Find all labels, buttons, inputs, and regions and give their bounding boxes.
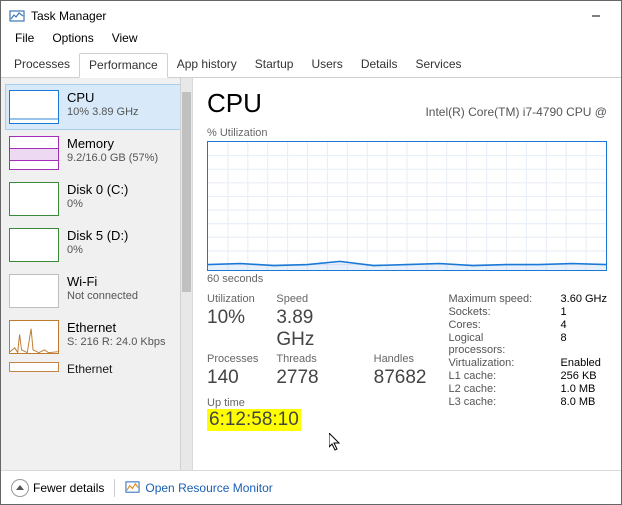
sockets-label: Sockets:: [448, 306, 542, 318]
sidebar-scrollbar[interactable]: [180, 78, 192, 470]
sidebar-wifi-sub: Not connected: [67, 290, 138, 302]
l1-value: 256 KB: [561, 370, 607, 382]
disk0-thumb-icon: [9, 182, 59, 216]
sidebar-item-cpu[interactable]: CPU 10% 3.89 GHz: [5, 84, 188, 130]
threads-value: 2778: [276, 367, 355, 389]
tab-performance[interactable]: Performance: [79, 53, 168, 78]
virt-label: Virtualization:: [448, 357, 542, 369]
sidebar-item-memory[interactable]: Memory 9.2/16.0 GB (57%): [5, 130, 188, 176]
cores-label: Cores:: [448, 319, 542, 331]
max-speed-value: 3.60 GHz: [561, 293, 607, 305]
utilization-value: 10%: [207, 307, 258, 351]
footer: Fewer details Open Resource Monitor: [1, 470, 621, 504]
sidebar-item-ethernet[interactable]: Ethernet S: 216 R: 24.0 Kbps: [5, 314, 188, 360]
memory-thumb-icon: [9, 136, 59, 170]
cores-value: 4: [561, 319, 607, 331]
virt-value: Enabled: [561, 357, 607, 369]
uptime-label: Up time: [207, 397, 426, 409]
processes-value: 140: [207, 367, 258, 389]
threads-label: Threads: [276, 353, 355, 365]
l2-value: 1.0 MB: [561, 383, 607, 395]
page-title: CPU: [207, 88, 262, 119]
lprocs-value: 8: [561, 332, 607, 356]
ethernet-thumb-icon: [9, 320, 59, 354]
tab-processes[interactable]: Processes: [5, 53, 79, 77]
handles-label: Handles: [374, 353, 427, 365]
sidebar-disk5-sub: 0%: [67, 244, 128, 256]
wifi-thumb-icon: [9, 274, 59, 308]
fewer-details-button[interactable]: Fewer details: [11, 479, 104, 497]
l3-label: L3 cache:: [448, 396, 542, 408]
tab-details[interactable]: Details: [352, 53, 407, 77]
open-resource-monitor-link[interactable]: Open Resource Monitor: [125, 480, 272, 495]
tab-services[interactable]: Services: [407, 53, 471, 77]
speed-value: 3.89 GHz: [276, 307, 355, 351]
sockets-value: 1: [561, 306, 607, 318]
tab-app-history[interactable]: App history: [168, 53, 246, 77]
fewer-details-label: Fewer details: [33, 481, 104, 495]
chart-y-label: % Utilization: [207, 127, 607, 139]
menu-options[interactable]: Options: [44, 29, 101, 47]
sidebar-item-ethernet-2[interactable]: Ethernet: [5, 360, 188, 374]
speed-label: Speed: [276, 293, 355, 305]
main-panel: CPU Intel(R) Core(TM) i7-4790 CPU @ % Ut…: [193, 78, 621, 470]
l3-value: 8.0 MB: [561, 396, 607, 408]
sidebar-disk0-title: Disk 0 (C:): [67, 182, 128, 197]
performance-sidebar: CPU 10% 3.89 GHz Memory 9.2/16.0 GB (57%…: [1, 78, 193, 470]
sidebar-wifi-title: Wi-Fi: [67, 274, 138, 289]
resource-monitor-icon: [125, 480, 140, 495]
sidebar-cpu-title: CPU: [67, 90, 139, 105]
sidebar-eth-title: Ethernet: [67, 320, 165, 335]
sidebar-item-disk5[interactable]: Disk 5 (D:) 0%: [5, 222, 188, 268]
menu-view[interactable]: View: [104, 29, 146, 47]
disk5-thumb-icon: [9, 228, 59, 262]
l2-label: L2 cache:: [448, 383, 542, 395]
uptime-value: 6:12:58:10: [207, 409, 301, 431]
l1-label: L1 cache:: [448, 370, 542, 382]
max-speed-label: Maximum speed:: [448, 293, 542, 305]
window-title: Task Manager: [31, 9, 106, 23]
sidebar-eth-sub: S: 216 R: 24.0 Kbps: [67, 336, 165, 348]
handles-value: 87682: [374, 367, 427, 389]
minimize-button[interactable]: [579, 5, 613, 27]
sidebar-item-disk0[interactable]: Disk 0 (C:) 0%: [5, 176, 188, 222]
ethernet2-thumb-icon: [9, 362, 59, 372]
sidebar-cpu-sub: 10% 3.89 GHz: [67, 106, 139, 118]
sidebar-disk0-sub: 0%: [67, 198, 128, 210]
processes-label: Processes: [207, 353, 258, 365]
sidebar-item-wifi[interactable]: Wi-Fi Not connected: [5, 268, 188, 314]
chevron-up-icon: [11, 479, 29, 497]
tab-bar: Processes Performance App history Startu…: [1, 51, 621, 78]
cpu-utilization-chart: [207, 141, 607, 271]
sidebar-eth2-title: Ethernet: [67, 362, 112, 374]
sidebar-memory-sub: 9.2/16.0 GB (57%): [67, 152, 158, 164]
cpu-thumb-icon: [9, 90, 59, 124]
sidebar-memory-title: Memory: [67, 136, 158, 151]
utilization-label: Utilization: [207, 293, 258, 305]
sidebar-disk5-title: Disk 5 (D:): [67, 228, 128, 243]
menu-file[interactable]: File: [7, 29, 42, 47]
task-manager-icon: [9, 8, 25, 24]
tab-users[interactable]: Users: [302, 53, 351, 77]
footer-separator: [114, 479, 115, 497]
tab-startup[interactable]: Startup: [246, 53, 303, 77]
resource-monitor-label: Open Resource Monitor: [145, 481, 272, 495]
cpu-model: Intel(R) Core(TM) i7-4790 CPU @: [425, 105, 607, 119]
chart-x-label: 60 seconds: [207, 273, 607, 285]
lprocs-label: Logical processors:: [448, 332, 542, 356]
menubar: File Options View: [1, 29, 621, 51]
